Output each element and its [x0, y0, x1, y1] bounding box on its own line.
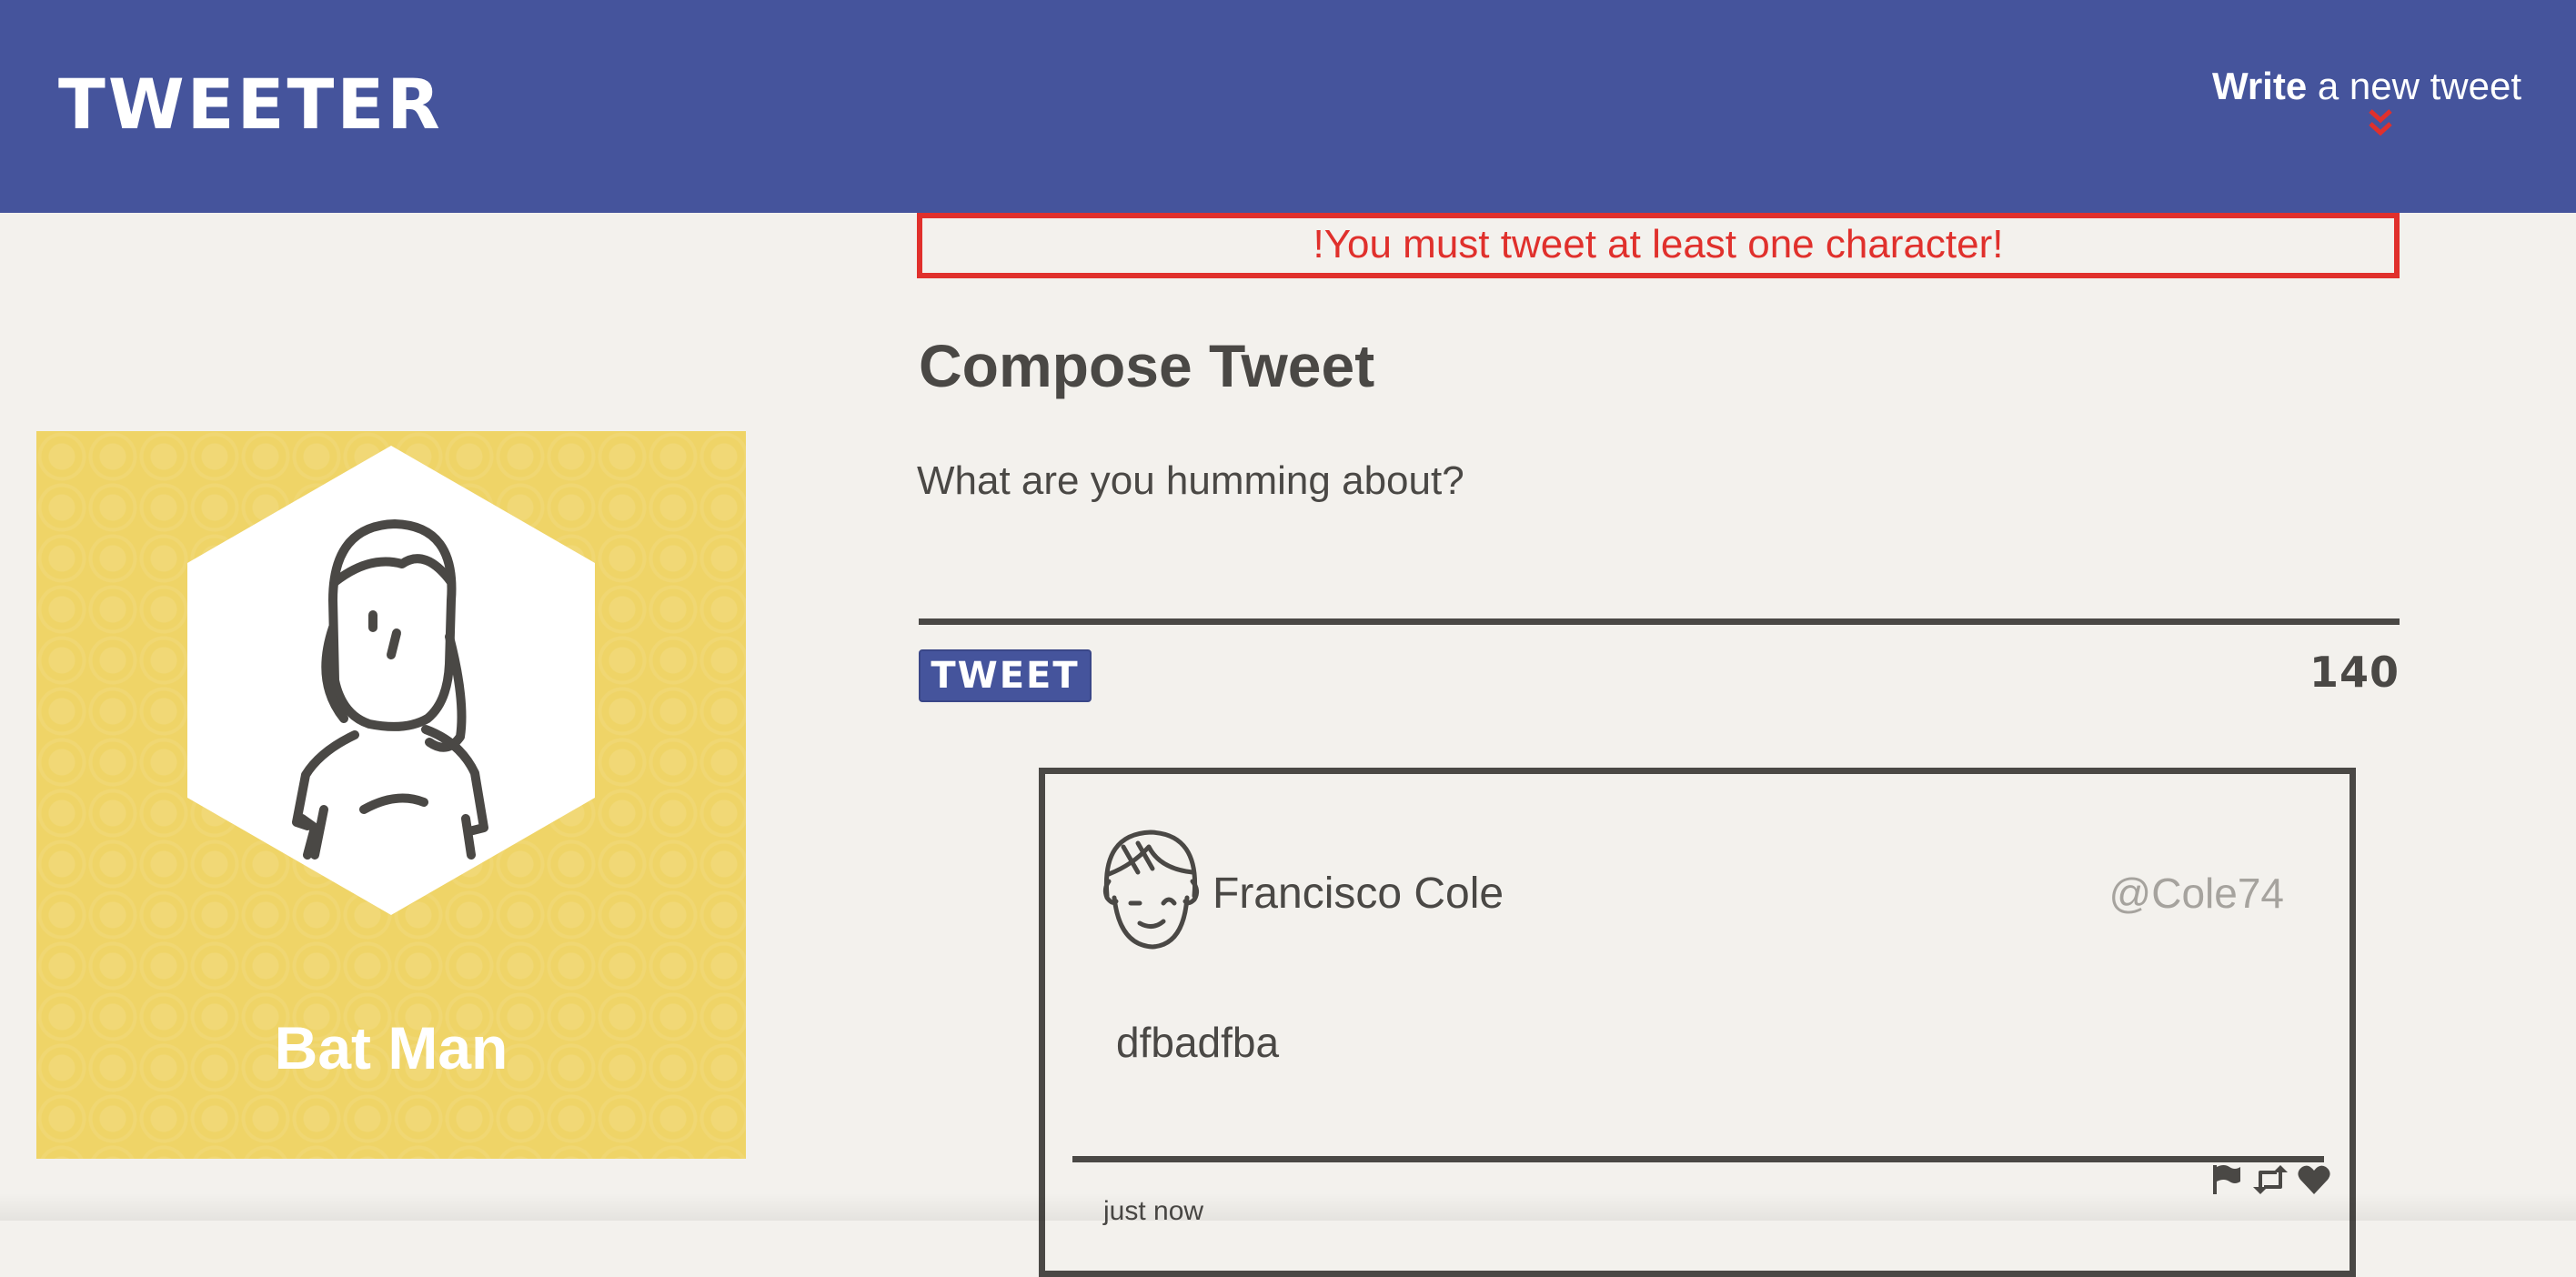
error-banner: !You must tweet at least one character! [917, 213, 2400, 278]
compose-divider [919, 618, 2400, 625]
write-label-rest: a new tweet [2317, 65, 2521, 107]
author-avatar [1102, 830, 1200, 950]
profile-card: Bat Man [36, 431, 746, 1159]
compose-title: Compose Tweet [919, 332, 1375, 399]
author-handle: @Cole74 [2108, 870, 2284, 917]
double-chevron-down-icon[interactable] [2367, 107, 2394, 140]
tweet-text: dfbadfba [1116, 1019, 1280, 1066]
tweet-compose-input[interactable] [917, 458, 2400, 622]
author-name: Francisco Cole [1213, 870, 1504, 918]
flag-icon[interactable] [2209, 1163, 2244, 1196]
write-new-tweet-button[interactable]: Write a new tweet [2212, 62, 2521, 111]
app-logo[interactable]: TWEETER [58, 64, 443, 146]
tweet-divider [1072, 1156, 2324, 1162]
character-counter: 140 [2309, 648, 2400, 697]
profile-avatar [187, 446, 595, 915]
tweet-actions [2209, 1163, 2331, 1196]
navbar: TWEETER Write a new tweet [0, 0, 2576, 213]
bottom-fade [0, 1193, 2576, 1221]
tweet-submit-button[interactable]: TWEET [919, 649, 1092, 702]
profile-name: Bat Man [274, 1014, 508, 1081]
retweet-icon[interactable] [2253, 1163, 2288, 1196]
heart-icon[interactable] [2297, 1163, 2331, 1196]
write-label-bold: Write [2211, 65, 2308, 107]
